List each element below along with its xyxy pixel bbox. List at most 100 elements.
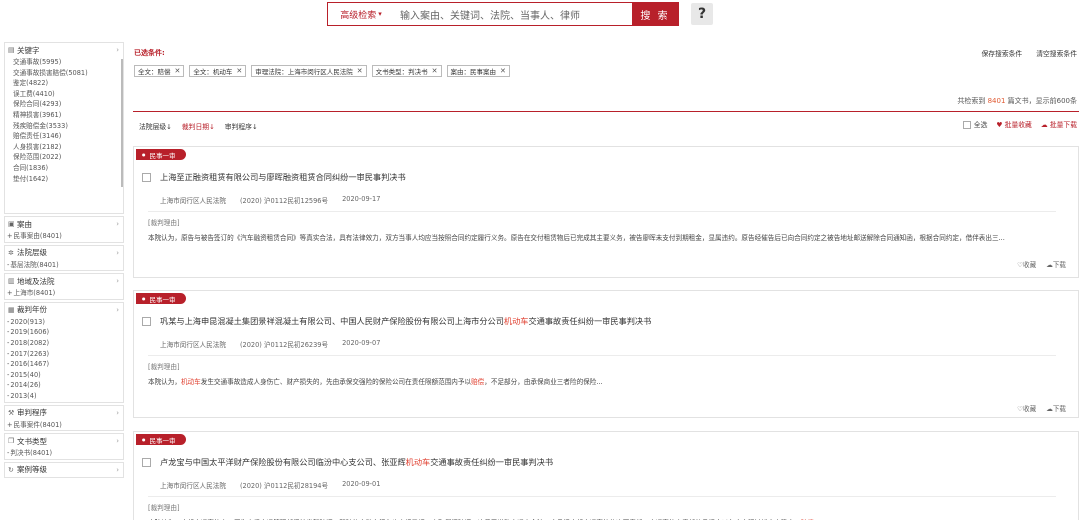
facet-item[interactable]: 交通事故(5995) [5, 57, 123, 68]
select-all-checkbox[interactable] [962, 121, 971, 129]
search-input[interactable]: 输入案由、关键词、法院、当事人、律师 [394, 3, 632, 25]
title-text: 交通事故责任纠纷一审民事判决书 [430, 457, 554, 467]
help-button[interactable]: ? [691, 3, 713, 25]
result-checkbox[interactable] [142, 457, 151, 467]
filter-tag: 全文：赔偿 ✕ [134, 65, 185, 77]
facet-item[interactable]: -2015(40) [5, 370, 123, 381]
facet-item[interactable]: 人身损害(2182) [5, 142, 123, 153]
facet-item[interactable]: +上海市(8401) [5, 288, 123, 299]
facet-item[interactable]: 精神损害(3961) [5, 110, 123, 121]
sort-court-level[interactable]: 法院层级↓ [139, 121, 172, 131]
download-button[interactable]: ☁下载 [1046, 259, 1066, 269]
facet-item[interactable]: 保险合同(4293) [5, 99, 123, 110]
result-meta: 上海市闵行区人民法院 (2020) 沪0112民初26239号 2020-09-07 [160, 339, 380, 349]
facet-list: +民事案由(8401) [5, 231, 123, 242]
facet-item[interactable]: -2020(913) [5, 317, 123, 328]
result-title[interactable]: 巩某与上海申昆混凝土集团景祥混凝土有限公司、中国人民财产保险股份有限公司上海市分… [142, 315, 651, 327]
case-number: (2020) 沪0112民初26239号 [239, 341, 329, 349]
close-icon[interactable]: ✕ [500, 67, 506, 75]
facet-item[interactable]: +民事案件(8401) [5, 420, 123, 431]
facet-item[interactable]: 残疾赔偿金(3533) [5, 121, 123, 132]
sort-procedure[interactable]: 审判程序↓ [225, 121, 258, 131]
facet-header-procedure[interactable]: ⚒ 审判程序 › [5, 406, 123, 420]
bulk-collect-button[interactable]: ♥ 批量收藏 [996, 119, 1031, 129]
title-text: 交通事故责任纠纷一审民事判决书 [528, 316, 652, 326]
facet-list: -判决书(8401) [5, 448, 123, 459]
result-title[interactable]: 卢龙宝与中国太平洋财产保险股份有限公司临汾中心支公司、张亚辉 机动车 交通事故责任纠… [142, 456, 553, 468]
facet-item[interactable]: 误工费(4410) [5, 89, 123, 100]
scrollbar[interactable] [121, 59, 123, 187]
facet-item[interactable]: -2019(1606) [5, 327, 123, 338]
cloud-download-icon: ☁ [1040, 121, 1048, 129]
facet-item[interactable]: 交通事故损害赔偿(5081) [5, 68, 123, 79]
result-checkbox[interactable] [142, 172, 151, 182]
clear-search-link[interactable]: 清空搜索条件 [1036, 48, 1077, 58]
facet-list: +上海市(8401) [5, 288, 123, 299]
close-icon[interactable]: ✕ [175, 67, 181, 75]
facet-item-label: 2013(4) [10, 391, 37, 400]
facet-title: 裁判年份 [17, 305, 47, 315]
facet-item[interactable]: -2018(2082) [5, 338, 123, 349]
facet-item[interactable]: -2013(4) [5, 391, 123, 402]
facet-header-court-level[interactable]: ✲ 法院层级 › [5, 246, 123, 260]
facet-header-case-grade[interactable]: ↻ 案例等级 › [5, 463, 123, 477]
download-button[interactable]: ☁下载 [1046, 403, 1066, 413]
download-label: 下载 [1052, 405, 1066, 413]
result-checkbox[interactable] [142, 316, 151, 326]
facet-case-grade: ↻ 案例等级 › [4, 461, 124, 478]
result-title[interactable]: 上海至正融资租赁有限公司与廖晖融资租赁合同纠纷一审民事判决书 [142, 171, 406, 183]
results-main: 已选条件: 全文：赔偿 ✕ 全文：机动车 ✕ 审理法院：上海市闵行区人民法院 ✕ 文书类型：… [133, 42, 1079, 520]
filter-tag-label: 全文：赔偿 [138, 68, 171, 76]
filter-tag-label: 案由：民事案由 [450, 68, 497, 76]
facet-item[interactable]: 鉴定(4822) [5, 78, 123, 89]
advanced-search-dropdown[interactable]: 高级检索 ▾ [328, 3, 394, 25]
expand-icon: + [7, 232, 13, 240]
facet-item[interactable]: -2017(2263) [5, 349, 123, 360]
facet-item[interactable]: -2014(26) [5, 380, 123, 391]
save-search-link[interactable]: 保存搜索条件 [981, 48, 1022, 58]
search-placeholder: 输入案由、关键词、法院、当事人、律师 [400, 10, 580, 22]
select-all-label: 全选 [973, 121, 988, 129]
result-card: ● 民事一审 上海至正融资租赁有限公司与廖晖融资租赁合同纠纷一审民事判决书 上海市闵行… [133, 146, 1079, 278]
facet-item[interactable]: 合同(1836) [5, 163, 123, 174]
reason-label: [裁判理由] [148, 363, 180, 371]
bulk-download-button[interactable]: ☁ 批量下载 [1041, 119, 1077, 129]
facet-doc-type: ❐ 文书类型 › -判决书(8401) [4, 433, 124, 460]
facet-region: ▥ 地域及法院 › +上海市(8401) [4, 273, 124, 300]
facet-item[interactable]: 保险范围(2022) [5, 152, 123, 163]
sort-date[interactable]: 裁判日期↓ [182, 121, 215, 131]
filter-tag-label: 文书类型：判决书 [375, 68, 428, 76]
facet-item-label: 2015(40) [10, 370, 41, 379]
collect-button[interactable]: ♡收藏 [1017, 259, 1036, 269]
facet-item[interactable]: 垫付(1642) [5, 174, 123, 185]
expand-icon: + [7, 289, 13, 298]
stats-suffix: 篇文书，显示前600条 [1005, 97, 1077, 105]
reason-part: 机动车 [180, 378, 201, 386]
facet-header-year[interactable]: ▦ 裁判年份 › [5, 303, 123, 317]
facet-item[interactable]: -基层法院(8401) [5, 260, 123, 271]
search-button[interactable]: 搜 索 [632, 3, 678, 25]
select-all[interactable]: 全选 [962, 119, 988, 129]
facet-item[interactable]: +民事案由(8401) [5, 231, 123, 242]
facet-header-region[interactable]: ▥ 地域及法院 › [5, 274, 123, 288]
facet-item-label: 2014(26) [10, 381, 41, 390]
facet-item[interactable]: 赔偿责任(3146) [5, 131, 123, 142]
result-card: ● 民事一审 卢龙宝与中国太平洋财产保险股份有限公司临汾中心支公司、张亚辉 机动车 交通… [133, 431, 1079, 520]
close-icon[interactable]: ✕ [432, 67, 438, 75]
badge-label: 民事一审 [149, 436, 176, 445]
facet-header-cause[interactable]: ▣ 案由 › [5, 217, 123, 231]
close-icon[interactable]: ✕ [236, 67, 242, 75]
collect-button[interactable]: ♡收藏 [1017, 403, 1036, 413]
facet-header-keywords[interactable]: ▤ 关键字 › [5, 43, 123, 57]
close-icon[interactable]: ✕ [357, 67, 363, 75]
stats-prefix: 共检索到 [957, 97, 988, 105]
facet-title: 案由 [17, 219, 32, 229]
filter-tag: 审理法院：上海市闵行区人民法院 ✕ [251, 65, 367, 77]
case-type-badge: ● 民事一审 [136, 149, 186, 160]
facet-item[interactable]: -2016(1467) [5, 359, 123, 370]
result-stats: 共检索到 8401 篇文书，显示前600条 [957, 96, 1077, 106]
chevron-right-icon: › [116, 437, 119, 446]
facet-item[interactable]: -判决书(8401) [5, 448, 123, 459]
court-name: 上海市闵行区人民法院 [160, 482, 226, 490]
facet-header-doc-type[interactable]: ❐ 文书类型 › [5, 434, 123, 448]
